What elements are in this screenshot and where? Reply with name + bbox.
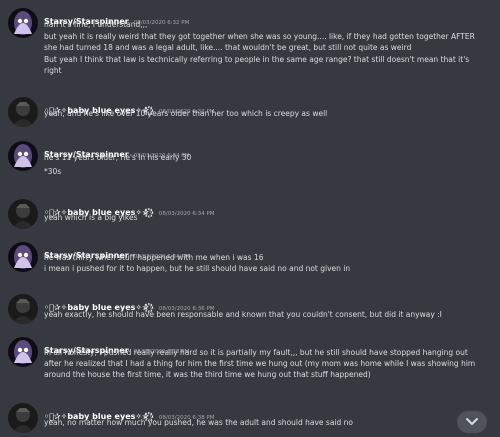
message-text: i mean i pushed for it to happen, but he… — [44, 264, 351, 273]
message-text: he's 11 years older, he's in his early 3… — [44, 153, 192, 162]
avatar-starsy[interactable] — [8, 141, 38, 171]
message-text: after he realized that I had a thing for… — [44, 359, 476, 368]
message-text: around the house the first time, it was … — [44, 370, 371, 379]
avatar-starsy[interactable] — [8, 8, 38, 38]
message-text: nah it's fine, I understand,,, — [44, 20, 148, 29]
chevron-down-icon — [466, 418, 478, 425]
message-text: *30s — [44, 167, 62, 176]
avatar-starsy[interactable] — [8, 337, 38, 367]
avatar-baby-blue-eyes[interactable] — [8, 403, 38, 433]
avatar-baby-blue-eyes[interactable] — [8, 199, 38, 229]
message-text: yeah, no matter how much you pushed, he … — [44, 418, 353, 427]
jump-to-present-button[interactable] — [457, 411, 487, 433]
message-text: yeah, and he's like over 10 years older … — [44, 109, 328, 118]
avatar-baby-blue-eyes[interactable] — [8, 97, 38, 127]
avatar-baby-blue-eyes[interactable] — [8, 294, 38, 324]
message-text: but yeah it is really weird that they go… — [44, 31, 475, 41]
message-text: yeah which is a big yikes — [44, 213, 138, 222]
message-text: In all honesty, I pushed really really h… — [44, 348, 468, 357]
message-text: he was thirty when stuff happened with m… — [44, 253, 264, 262]
message-text: she had turned 18 and was a legal adult,… — [44, 43, 412, 52]
avatar-starsy[interactable] — [8, 242, 38, 272]
message-text: yeah exactly, he should have been respon… — [44, 310, 442, 319]
message-text: But yeah I think that law is technically… — [44, 54, 470, 64]
chat-message-list: Starsy/Starspinner 08/03/2020 6:32 PM nah… — [0, 0, 500, 437]
message-text: right — [44, 66, 62, 75]
